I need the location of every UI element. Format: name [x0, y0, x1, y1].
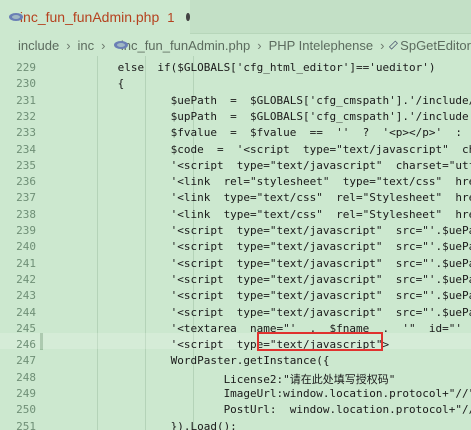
code-line[interactable]: 244 '<script type="text/javascript" src=… — [0, 305, 471, 321]
code-line[interactable]: 248 License2:"请在此处填写授权码" — [0, 370, 471, 386]
code-text: '<script type="text/javascript" src="'.$… — [170, 256, 471, 270]
code-text: WordPaster.getInstance({ — [58, 354, 330, 368]
breadcrumb: include › inc › inc_fun_funAdmin.php › P… — [0, 34, 471, 56]
code-text: License2:"请在此处填写授权码" — [58, 372, 396, 386]
chevron-right-icon: › — [257, 37, 262, 53]
code-text: '<script type="text/javascript" src="'.$… — [170, 305, 471, 319]
code-line[interactable]: 250 PostUrl: window.location.protocol+"/… — [0, 402, 471, 418]
code-text: '<script type="text/javascript" src="'.$… — [170, 224, 471, 237]
line-number: 248 — [16, 370, 36, 384]
code-text: '<script type="text/javascript" src="'.$… — [170, 240, 471, 254]
code-text: { — [58, 77, 125, 91]
code-line[interactable]: 231 $uePath = $GLOBALS['cfg_cmspath'].'/… — [0, 93, 471, 109]
line-number: 240 — [16, 240, 36, 254]
code-line[interactable]: 229 else if($GLOBALS['cfg_html_editor']=… — [0, 60, 471, 76]
php-file-icon — [113, 38, 129, 52]
line-number: 234 — [16, 142, 36, 156]
breadcrumb-include[interactable]: include — [18, 38, 59, 53]
code-text: '<link type="text/css" rel="Stylesheet" … — [58, 207, 471, 221]
chevron-right-icon: › — [66, 37, 71, 53]
line-number: 238 — [16, 207, 36, 221]
line-number: 250 — [16, 403, 36, 417]
code-line[interactable]: 241 '<script type="text/javascript" src=… — [0, 256, 471, 272]
code-text: ImageUrl:window.location.protocol+"//"+w… — [223, 387, 471, 400]
tab-bar: inc_fun_funAdmin.php 1 — [0, 0, 471, 34]
line-number: 242 — [16, 272, 36, 286]
code-line[interactable]: 240 '<script type="text/javascript" src=… — [0, 239, 471, 255]
code-line[interactable]: 245 '<textarea name="' . $fname . '" id=… — [0, 321, 471, 337]
chevron-right-icon: › — [101, 37, 106, 53]
code-text: '<script type="text/javascript" src="'.$… — [170, 289, 471, 303]
code-line[interactable]: 239 '<script type="text/javascript" src=… — [0, 223, 471, 239]
code-line[interactable]: 242 '<script type="text/javascript" src=… — [0, 272, 471, 288]
line-number: 231 — [16, 93, 36, 107]
line-number: 232 — [16, 109, 36, 123]
code-line[interactable]: 238 '<link type="text/css" rel="Styleshe… — [0, 207, 471, 223]
line-number: 249 — [16, 387, 36, 400]
breadcrumb-inc[interactable]: inc — [78, 38, 95, 53]
breadcrumb-symbol[interactable]: SpGetEditor — [400, 38, 471, 53]
line-number: 237 — [16, 191, 36, 205]
line-number: 236 — [16, 175, 36, 189]
line-number: 230 — [16, 77, 36, 91]
code-line[interactable]: 235 '<script type="text/javascript" char… — [0, 158, 471, 174]
code-text: '<script type="text/javascript" src="'.$… — [170, 272, 471, 286]
breadcrumb-file[interactable]: inc_fun_funAdmin.php — [121, 38, 250, 53]
code-text: }).Load(); — [58, 419, 237, 430]
code-line[interactable]: 251 }).Load(); — [0, 419, 471, 430]
line-number: 235 — [16, 158, 36, 172]
method-symbol-icon — [389, 40, 399, 50]
license-highlight-box — [257, 332, 383, 351]
code-line[interactable]: 237 '<link type="text/css" rel="Styleshe… — [0, 190, 471, 206]
line-number: 246 — [16, 338, 36, 352]
breadcrumb-language-server[interactable]: PHP Intelephense — [269, 38, 374, 53]
code-text: '<link rel="stylesheet" type="text/css" … — [58, 175, 471, 189]
php-file-icon — [8, 10, 23, 24]
line-number: 244 — [16, 305, 36, 319]
line-number: 247 — [16, 354, 36, 368]
line-number: 251 — [16, 419, 36, 430]
code-line[interactable]: 232 $upPath = $GLOBALS['cfg_cmspath'].'/… — [0, 109, 471, 125]
code-text: '<link type="text/css" rel="Stylesheet" … — [58, 191, 471, 205]
line-number: 233 — [16, 126, 36, 140]
code-line[interactable]: 243 '<script type="text/javascript" src=… — [0, 288, 471, 304]
code-line[interactable]: 247 WordPaster.getInstance({ — [0, 353, 471, 369]
code-text: PostUrl: window.location.protocol+"//"+w… — [223, 403, 471, 417]
code-line[interactable]: 234 $code = '<script type="text/javascri… — [0, 142, 471, 158]
unsaved-dot-icon[interactable] — [186, 13, 190, 21]
code-line[interactable]: 246 '<script type="text/javascript"> — [0, 337, 471, 353]
code-text: $upPath = $GLOBALS['cfg_cmspath'].'/incl… — [58, 109, 471, 123]
tab-filename: inc_fun_funAdmin.php — [19, 9, 160, 25]
code-text: '<script type="text/javascript" charset=… — [170, 158, 471, 172]
code-line[interactable]: 230 { — [0, 76, 471, 92]
tab-problem-count: 1 — [167, 9, 175, 25]
code-editor[interactable]: 229 else if($GLOBALS['cfg_html_editor']=… — [0, 56, 471, 430]
code-line[interactable]: 236 '<link rel="stylesheet" type="text/c… — [0, 174, 471, 190]
line-number: 229 — [16, 61, 36, 74]
code-text: $code = '<script type="text/javascript" … — [170, 142, 471, 156]
line-number: 245 — [16, 321, 36, 335]
line-number: 243 — [16, 289, 36, 303]
code-text: $uePath = $GLOBALS['cfg_cmspath'].'/incl… — [170, 93, 471, 107]
line-number: 239 — [16, 224, 36, 237]
code-line[interactable]: 233 $fvalue = $fvalue == '' ? '<p></p>' … — [0, 125, 471, 141]
code-line[interactable]: 249 ImageUrl:window.location.protocol+"/… — [0, 386, 471, 402]
chevron-right-icon: › — [380, 37, 385, 53]
editor-tab[interactable]: inc_fun_funAdmin.php 1 — [0, 0, 190, 34]
code-text: else if($GLOBALS['cfg_html_editor']=='ue… — [58, 61, 436, 74]
code-text: $fvalue = $fvalue == '' ? '<p></p>' : $f… — [170, 126, 462, 140]
line-number: 241 — [16, 256, 36, 270]
